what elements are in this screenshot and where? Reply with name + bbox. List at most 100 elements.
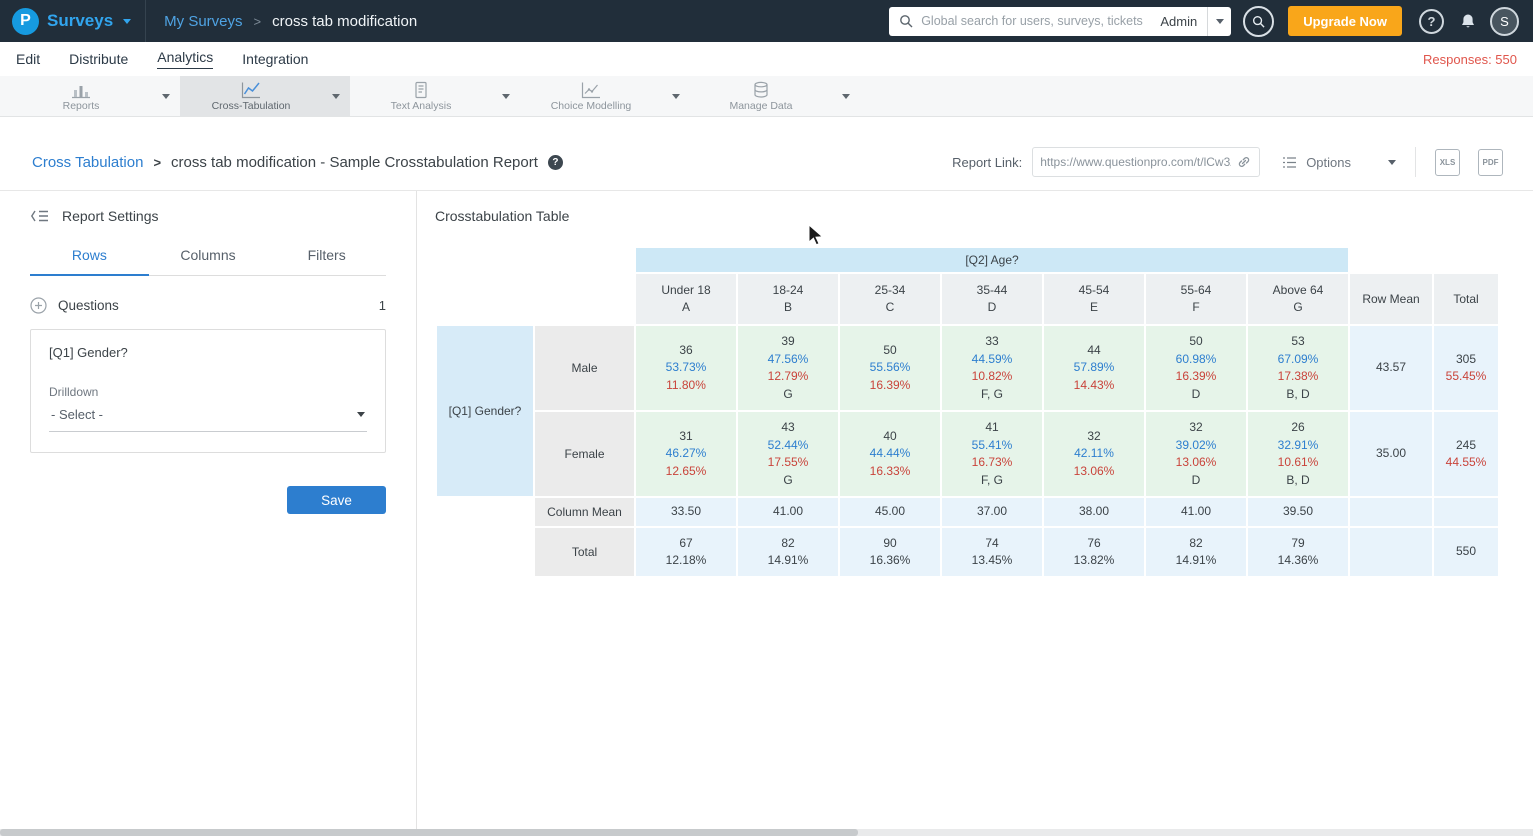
total-cell: 7914.36% — [1248, 528, 1348, 576]
questions-label: Questions — [58, 298, 119, 313]
chevron-down-icon[interactable] — [492, 76, 520, 116]
table-cell — [1434, 248, 1498, 272]
topbar-divider — [145, 0, 146, 42]
search-icon — [1252, 15, 1265, 28]
column-mean-cell: 41.00 — [738, 498, 838, 526]
column-mean-cell: 38.00 — [1044, 498, 1144, 526]
total-cell: 7613.82% — [1044, 528, 1144, 576]
empty-mean-cell — [1350, 498, 1432, 526]
toolbar-item-choice[interactable]: Choice Modelling — [520, 76, 690, 116]
global-search-input[interactable]: Global search for users, surveys, ticket… — [889, 7, 1207, 36]
scrollbar-thumb[interactable] — [0, 829, 858, 836]
nav-item-distribute[interactable]: Distribute — [69, 51, 128, 67]
toolbar-item-crosstab[interactable]: Cross-Tabulation — [180, 76, 350, 116]
search-button[interactable] — [1243, 6, 1274, 37]
topbar: P Surveys My Surveys > cross tab modific… — [0, 0, 1533, 42]
question-title: [Q1] Gender? — [49, 345, 367, 360]
nav-row: Edit Distribute Analytics Integration Respo… — [0, 42, 1533, 76]
chevron-down-icon — [1216, 19, 1224, 24]
content: Report Settings RowsColumnsFilters Quest… — [0, 191, 1533, 836]
toolbar-item-data[interactable]: Manage Data — [690, 76, 860, 116]
text-icon: Text Analysis — [350, 76, 492, 116]
tab-rows[interactable]: Rows — [30, 238, 149, 276]
data-cell: 5060.98%16.39%D — [1146, 326, 1246, 410]
nav-item-edit[interactable]: Edit — [16, 51, 40, 67]
add-question-icon[interactable] — [30, 297, 47, 314]
report-link-label: Report Link: — [952, 155, 1022, 170]
column-header: 55-64F — [1146, 274, 1246, 324]
row-group-header: [Q1] Gender? — [437, 326, 533, 496]
brand-label: Surveys — [47, 11, 113, 31]
link-icon[interactable] — [1236, 154, 1252, 170]
search-scope-value: Admin — [1160, 14, 1197, 29]
empty-mean-cell — [1350, 528, 1432, 576]
search-icon — [899, 14, 913, 28]
question-card: [Q1] Gender? Drilldown - Select - — [30, 329, 386, 453]
data-cell: 4155.41%16.73%F, G — [942, 412, 1042, 496]
avatar[interactable]: S — [1490, 7, 1519, 36]
data-cell: 3146.27%12.65% — [636, 412, 736, 496]
save-button[interactable]: Save — [287, 486, 386, 514]
upgrade-button[interactable]: Upgrade Now — [1288, 6, 1402, 36]
data-cell: 4044.44%16.33% — [840, 412, 940, 496]
crosstab-table: [Q2] Age?Under 18A18-24B25-34C35-44D45-5… — [435, 246, 1500, 578]
collapse-panel-icon[interactable] — [30, 209, 50, 223]
column-mean-label: Column Mean — [535, 498, 634, 526]
tab-filters[interactable]: Filters — [267, 238, 386, 275]
divider — [1415, 147, 1416, 177]
chevron-down-icon — [1388, 160, 1396, 165]
options-label: Options — [1306, 155, 1351, 170]
help-icon[interactable]: ? — [1419, 9, 1444, 34]
search-placeholder: Global search for users, surveys, ticket… — [921, 14, 1152, 28]
toolbar-item-label: Manage Data — [729, 100, 792, 112]
toolbar-item-label: Cross-Tabulation — [212, 100, 291, 112]
column-mean-cell: 45.00 — [840, 498, 940, 526]
chevron-down-icon[interactable] — [322, 76, 350, 116]
empty-mean-cell — [1434, 498, 1498, 526]
tab-columns[interactable]: Columns — [149, 238, 268, 275]
data-cell: 3239.02%13.06%D — [1146, 412, 1246, 496]
questionpro-logo: P — [12, 8, 39, 35]
app-switcher[interactable]: P Surveys — [12, 8, 131, 35]
crosstab-icon: Cross-Tabulation — [180, 76, 322, 116]
row-label: Female — [535, 412, 634, 496]
breadcrumb-current: cross tab modification — [272, 13, 417, 30]
search-scope-dropdown[interactable] — [1207, 7, 1231, 36]
toolbar-item-label: Text Analysis — [391, 100, 452, 112]
horizontal-scrollbar[interactable] — [0, 829, 1533, 836]
chevron-down-icon[interactable] — [152, 76, 180, 116]
notifications-icon[interactable] — [1460, 13, 1476, 30]
total-cell: 8214.91% — [1146, 528, 1246, 576]
total-cell: 9016.36% — [840, 528, 940, 576]
toolbar-item-text[interactable]: Text Analysis — [350, 76, 520, 116]
nav-item-analytics[interactable]: Analytics — [157, 49, 213, 69]
responses-count: Responses: 550 — [1423, 52, 1517, 67]
total-cell: 7413.45% — [942, 528, 1042, 576]
settings-tabs: RowsColumnsFilters — [30, 238, 386, 276]
data-cell: 4352.44%17.55%G — [738, 412, 838, 496]
chevron-down-icon[interactable] — [832, 76, 860, 116]
report-help-icon[interactable]: ? — [548, 155, 563, 170]
chevron-down-icon — [357, 412, 365, 417]
data-cell: 2632.91%10.61%B, D — [1248, 412, 1348, 496]
chevron-down-icon[interactable] — [662, 76, 690, 116]
report-title: cross tab modification - Sample Crosstab… — [171, 154, 538, 171]
report-link-input[interactable]: https://www.questionpro.com/t/lCw3Zc — [1032, 147, 1260, 177]
breadcrumb-my-surveys[interactable]: My Surveys — [164, 13, 242, 30]
report-link-url: https://www.questionpro.com/t/lCw3Zc — [1040, 155, 1231, 169]
options-button[interactable]: Options — [1282, 155, 1396, 170]
options-list-icon — [1282, 156, 1297, 169]
drilldown-select[interactable]: - Select - — [49, 399, 367, 432]
toolbar-item-label: Choice Modelling — [551, 100, 632, 112]
toolbar-item-reports[interactable]: Reports — [10, 76, 180, 116]
column-header: 25-34C — [840, 274, 940, 324]
nav-item-integration[interactable]: Integration — [242, 51, 308, 67]
breadcrumb-cross-tabulation[interactable]: Cross Tabulation — [32, 154, 143, 171]
row-total-cell: 30555.45% — [1434, 326, 1498, 410]
export-xls-icon[interactable]: XLS — [1435, 149, 1460, 176]
table-cell — [437, 274, 533, 324]
table-cell — [437, 528, 533, 576]
total-cell: 6712.18% — [636, 528, 736, 576]
export-pdf-icon[interactable]: PDF — [1478, 149, 1503, 176]
table-title: Crosstabulation Table — [435, 208, 1533, 224]
